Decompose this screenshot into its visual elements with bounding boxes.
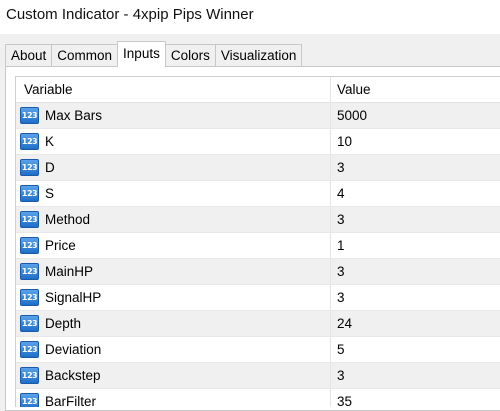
integer-type-icon: 123 bbox=[20, 315, 39, 332]
variable-name: Deviation bbox=[45, 342, 102, 357]
variable-cell: 123 Backstep bbox=[16, 363, 331, 388]
variable-cell: 123 Depth bbox=[16, 311, 331, 336]
tab-inputs[interactable]: Inputs bbox=[117, 41, 166, 67]
variable-name: Price bbox=[45, 238, 76, 253]
table-row[interactable]: 123 MainHP 3 bbox=[16, 259, 500, 285]
tab-visualization[interactable]: Visualization bbox=[214, 44, 303, 66]
integer-type-icon: 123 bbox=[20, 237, 39, 254]
value-cell[interactable]: 4 bbox=[331, 186, 500, 201]
table-row[interactable]: 123 Backstep 3 bbox=[16, 363, 500, 389]
variable-name: BarFilter bbox=[45, 394, 97, 407]
value-cell[interactable]: 3 bbox=[331, 368, 500, 383]
table-row[interactable]: 123 D 3 bbox=[16, 155, 500, 181]
variable-cell: 123 BarFilter bbox=[16, 389, 331, 407]
variable-cell: 123 Method bbox=[16, 207, 331, 232]
value-cell[interactable]: 1 bbox=[331, 238, 500, 253]
table-row[interactable]: 123 BarFilter 35 bbox=[16, 389, 500, 407]
tab-strip: About Common Inputs Colors Visualization bbox=[5, 41, 303, 67]
window-title: Custom Indicator - 4xpip Pips Winner bbox=[6, 6, 254, 23]
integer-type-icon: 123 bbox=[20, 159, 39, 176]
value-cell[interactable]: 10 bbox=[331, 134, 500, 149]
variable-cell: 123 K bbox=[16, 129, 331, 154]
table-row[interactable]: 123 SignalHP 3 bbox=[16, 285, 500, 311]
variable-name: Max Bars bbox=[45, 108, 103, 123]
variable-name: Backstep bbox=[45, 368, 101, 383]
variable-name: S bbox=[45, 186, 55, 201]
tab-colors[interactable]: Colors bbox=[164, 44, 216, 66]
tab-common[interactable]: Common bbox=[51, 44, 119, 66]
column-header-value[interactable]: Value bbox=[331, 77, 500, 102]
value-cell[interactable]: 3 bbox=[331, 212, 500, 227]
column-header-variable[interactable]: Variable bbox=[16, 77, 331, 102]
table-row[interactable]: 123 Depth 24 bbox=[16, 311, 500, 337]
variable-name: MainHP bbox=[45, 264, 94, 279]
table-row[interactable]: 123 Max Bars 5000 bbox=[16, 103, 500, 129]
integer-type-icon: 123 bbox=[20, 341, 39, 358]
variable-name: SignalHP bbox=[45, 290, 102, 305]
value-cell[interactable]: 35 bbox=[331, 394, 500, 407]
value-cell[interactable]: 5 bbox=[331, 342, 500, 357]
variable-cell: 123 D bbox=[16, 155, 331, 180]
variable-name: D bbox=[45, 160, 55, 175]
variable-name: K bbox=[45, 134, 55, 149]
variable-cell: 123 Deviation bbox=[16, 337, 331, 362]
value-cell[interactable]: 3 bbox=[331, 290, 500, 305]
variable-cell: 123 Price bbox=[16, 233, 331, 258]
integer-type-icon: 123 bbox=[20, 393, 39, 407]
variable-cell: 123 SignalHP bbox=[16, 285, 331, 310]
table-row[interactable]: 123 K 10 bbox=[16, 129, 500, 155]
table-row[interactable]: 123 Method 3 bbox=[16, 207, 500, 233]
integer-type-icon: 123 bbox=[20, 185, 39, 202]
tab-about[interactable]: About bbox=[5, 44, 53, 66]
table-row[interactable]: 123 Price 1 bbox=[16, 233, 500, 259]
integer-type-icon: 123 bbox=[20, 263, 39, 280]
value-cell[interactable]: 3 bbox=[331, 160, 500, 175]
value-cell[interactable]: 24 bbox=[331, 316, 500, 331]
variable-cell: 123 S bbox=[16, 181, 331, 206]
variable-cell: 123 MainHP bbox=[16, 259, 331, 284]
grid-rows: 123 Max Bars 5000 123 K 10 123 D 3 123 S 4 123 Method… bbox=[16, 103, 500, 407]
inputs-grid: Variable Value 123 Max Bars 5000 123 K 10 123 D… bbox=[15, 76, 500, 407]
variable-name: Method bbox=[45, 212, 91, 227]
value-cell[interactable]: 3 bbox=[331, 264, 500, 279]
title-bar: Custom Indicator - 4xpip Pips Winner bbox=[0, 0, 500, 34]
table-row[interactable]: 123 S 4 bbox=[16, 181, 500, 207]
integer-type-icon: 123 bbox=[20, 211, 39, 228]
integer-type-icon: 123 bbox=[20, 289, 39, 306]
integer-type-icon: 123 bbox=[20, 107, 39, 124]
integer-type-icon: 123 bbox=[20, 367, 39, 384]
integer-type-icon: 123 bbox=[20, 133, 39, 150]
value-cell[interactable]: 5000 bbox=[331, 108, 500, 123]
variable-name: Depth bbox=[45, 316, 82, 331]
table-row[interactable]: 123 Deviation 5 bbox=[16, 337, 500, 363]
variable-cell: 123 Max Bars bbox=[16, 103, 331, 128]
grid-header: Variable Value bbox=[16, 77, 500, 103]
